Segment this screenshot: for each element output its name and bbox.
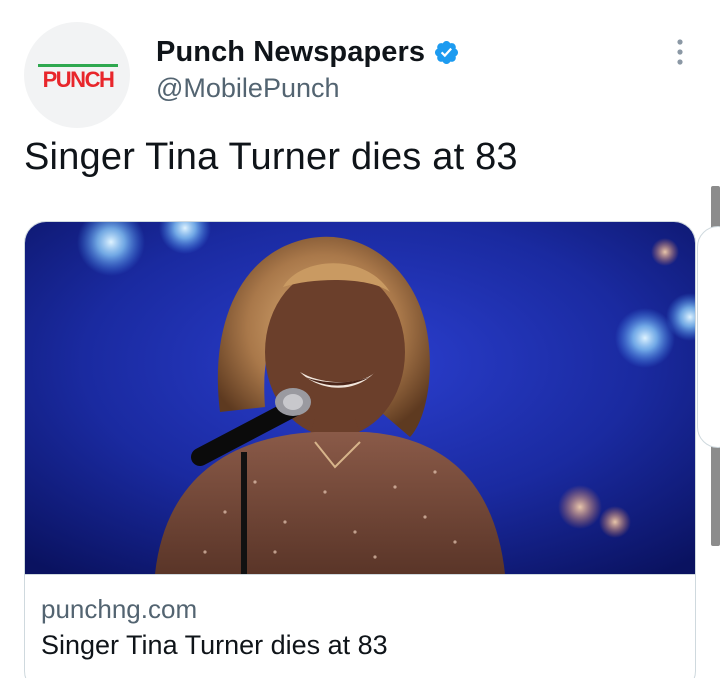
- card-image[interactable]: [25, 222, 695, 575]
- verified-badge-icon: [435, 40, 459, 64]
- tweet: PUNCH Punch Newspapers @MobilePunch Sing…: [0, 0, 720, 678]
- handle[interactable]: @MobilePunch: [156, 73, 460, 104]
- author-block: Punch Newspapers @MobilePunch: [156, 34, 460, 104]
- scroll-overlay: [697, 226, 720, 448]
- more-options-icon[interactable]: [668, 36, 692, 68]
- display-name[interactable]: Punch Newspapers: [156, 36, 425, 69]
- display-name-row: Punch Newspapers: [156, 34, 460, 70]
- punch-logo: PUNCH: [38, 64, 118, 90]
- tweet-text: Singer Tina Turner dies at 83: [24, 136, 518, 178]
- card-domain[interactable]: punchng.com: [41, 594, 197, 625]
- avatar[interactable]: PUNCH: [24, 22, 130, 128]
- svg-text:PUNCH: PUNCH: [43, 67, 114, 90]
- card-title[interactable]: Singer Tina Turner dies at 83: [41, 630, 388, 661]
- link-card[interactable]: punchng.com Singer Tina Turner dies at 8…: [24, 221, 696, 678]
